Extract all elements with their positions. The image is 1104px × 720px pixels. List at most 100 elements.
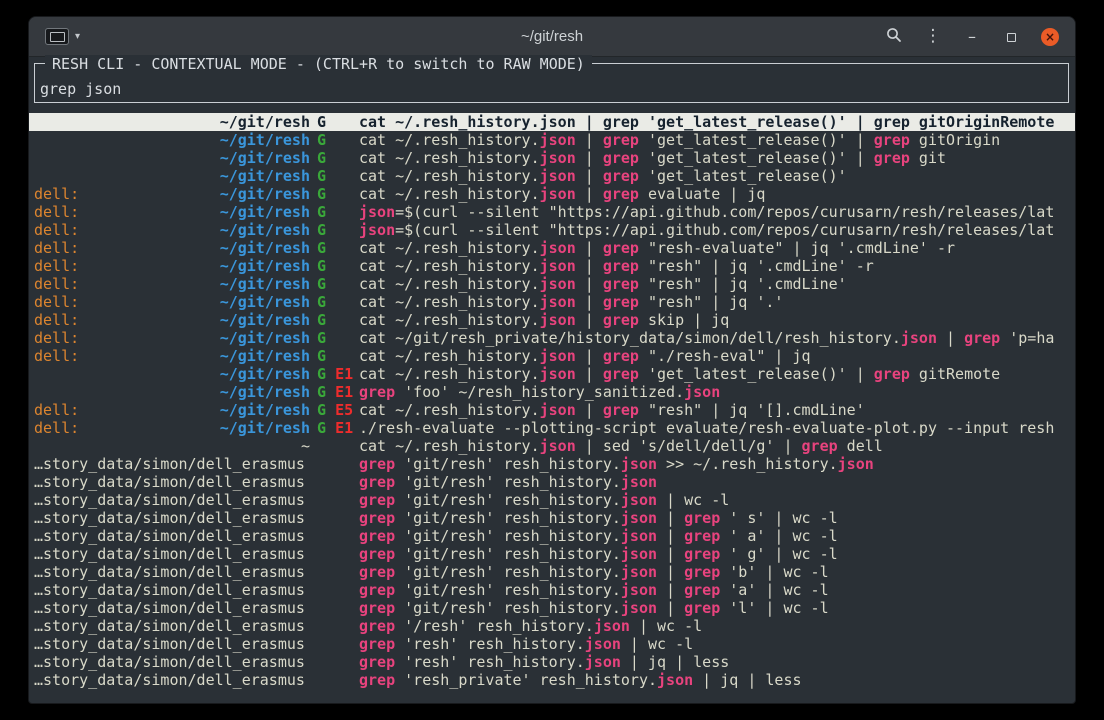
host-label: dell:: [34, 293, 79, 311]
terminal-icon: [45, 28, 69, 45]
query-match: json: [621, 473, 657, 491]
history-row[interactable]: dell:~/git/reshGcat ~/.resh_history.json…: [29, 239, 1075, 257]
query-match: json: [621, 545, 657, 563]
query-match: json: [540, 185, 576, 203]
query-match: json: [540, 149, 576, 167]
history-row[interactable]: dell:~/git/reshGjson=$(curl --silent "ht…: [29, 221, 1075, 239]
host-label: dell:: [34, 311, 79, 329]
row-context: dell:~/git/resh: [34, 239, 313, 257]
row-context: …story_data/simon/dell_erasmus: [34, 653, 313, 671]
history-row[interactable]: …story_data/simon/dell_erasmusgrep 'git/…: [29, 581, 1075, 599]
history-row[interactable]: dell:~/git/reshG E5cat ~/.resh_history.j…: [29, 401, 1075, 419]
directory-label: …story_data/simon/dell_erasmus: [34, 455, 305, 473]
query-match: json: [657, 671, 693, 689]
query-match: grep: [684, 545, 720, 563]
directory-label: ~/git/resh: [220, 203, 310, 221]
history-row[interactable]: ~/git/reshG E1cat ~/.resh_history.json |…: [29, 365, 1075, 383]
command-text: grep 'foo' ~/resh_history_sanitized.json: [359, 383, 1075, 401]
row-flags: [313, 437, 359, 455]
history-row[interactable]: ~/git/reshGcat ~/.resh_history.json | gr…: [29, 131, 1075, 149]
query-match: grep: [359, 581, 395, 599]
history-row[interactable]: ~cat ~/.resh_history.json | sed 's/dell/…: [29, 437, 1075, 455]
query-match: json: [540, 167, 576, 185]
row-flags: G E1: [313, 383, 359, 401]
query-match: json: [540, 131, 576, 149]
resh-mode-title: RESH CLI - CONTEXTUAL MODE - (CTRL+R to …: [45, 55, 592, 73]
host-label: dell:: [34, 203, 79, 221]
terminal-window: ▾ ~/git/resh ⋮ – × RESH CLI - CONTEXTUAL…: [28, 16, 1076, 704]
query-match: json: [540, 347, 576, 365]
query-match: json: [540, 365, 576, 383]
history-row[interactable]: …story_data/simon/dell_erasmusgrep 'git/…: [29, 563, 1075, 581]
new-terminal-button[interactable]: ▾: [41, 26, 84, 47]
history-row[interactable]: dell:~/git/reshGjson=$(curl --silent "ht…: [29, 203, 1075, 221]
history-row[interactable]: dell:~/git/reshGcat ~/.resh_history.json…: [29, 275, 1075, 293]
query-match: grep: [359, 671, 395, 689]
host-label: dell:: [34, 329, 79, 347]
history-row[interactable]: ~/git/reshGcat ~/.resh_history.json | gr…: [29, 113, 1075, 131]
history-row[interactable]: ~/git/reshG E1grep 'foo' ~/resh_history_…: [29, 383, 1075, 401]
history-row[interactable]: dell:~/git/reshGcat ~/.resh_history.json…: [29, 293, 1075, 311]
git-flag: G: [317, 419, 326, 437]
directory-label: ~/git/resh: [220, 293, 310, 311]
row-flags: [313, 473, 359, 491]
git-flag: G: [317, 329, 326, 347]
directory-label: …story_data/simon/dell_erasmus: [34, 527, 305, 545]
history-row[interactable]: dell:~/git/reshGcat ~/.resh_history.json…: [29, 311, 1075, 329]
menu-icon[interactable]: ⋮: [924, 28, 942, 45]
git-flag: G: [317, 131, 326, 149]
host-label: dell:: [34, 221, 79, 239]
history-row[interactable]: dell:~/git/reshGcat ~/git/resh_private/h…: [29, 329, 1075, 347]
row-context: dell:~/git/resh: [34, 329, 313, 347]
history-row[interactable]: …story_data/simon/dell_erasmusgrep 'git/…: [29, 491, 1075, 509]
row-context: ~/git/resh: [34, 149, 313, 167]
row-flags: G E1: [313, 419, 359, 437]
history-row[interactable]: …story_data/simon/dell_erasmusgrep 'resh…: [29, 635, 1075, 653]
row-context: …story_data/simon/dell_erasmus: [34, 527, 313, 545]
history-row[interactable]: dell:~/git/reshGcat ~/.resh_history.json…: [29, 257, 1075, 275]
terminal-content: RESH CLI - CONTEXTUAL MODE - (CTRL+R to …: [29, 57, 1075, 704]
directory-label: ~/git/resh: [220, 185, 310, 203]
git-flag: G: [317, 365, 326, 383]
history-row[interactable]: dell:~/git/reshGcat ~/.resh_history.json…: [29, 185, 1075, 203]
history-row[interactable]: …story_data/simon/dell_erasmusgrep 'git/…: [29, 527, 1075, 545]
directory-label: …story_data/simon/dell_erasmus: [34, 545, 305, 563]
git-flag: G: [317, 293, 326, 311]
search-query-input[interactable]: grep json: [35, 80, 121, 102]
history-row[interactable]: …story_data/simon/dell_erasmusgrep 'git/…: [29, 455, 1075, 473]
history-row[interactable]: …story_data/simon/dell_erasmusgrep 'git/…: [29, 509, 1075, 527]
history-row[interactable]: ~/git/reshGcat ~/.resh_history.json | gr…: [29, 149, 1075, 167]
history-row[interactable]: …story_data/simon/dell_erasmusgrep 'git/…: [29, 473, 1075, 491]
titlebar: ▾ ~/git/resh ⋮ – ×: [29, 17, 1075, 57]
history-row[interactable]: …story_data/simon/dell_erasmusgrep '/res…: [29, 617, 1075, 635]
git-flag: G: [317, 347, 326, 365]
history-row[interactable]: …story_data/simon/dell_erasmusgrep 'resh…: [29, 671, 1075, 689]
host-label: dell:: [34, 185, 79, 203]
history-row[interactable]: …story_data/simon/dell_erasmusgrep 'resh…: [29, 653, 1075, 671]
host-label: dell:: [34, 347, 79, 365]
close-button[interactable]: ×: [1041, 28, 1059, 46]
search-icon[interactable]: [885, 27, 903, 46]
command-text: cat ~/.resh_history.json | grep 'get_lat…: [359, 167, 1075, 185]
query-match: grep: [874, 149, 910, 167]
history-row[interactable]: ~/git/reshGcat ~/.resh_history.json | gr…: [29, 167, 1075, 185]
directory-label: ~/git/resh: [220, 113, 310, 131]
error-flag: E1: [335, 383, 353, 401]
command-text: grep 'git/resh' resh_history.json | grep…: [359, 545, 1075, 563]
minimize-button[interactable]: –: [963, 29, 981, 45]
history-row[interactable]: …story_data/simon/dell_erasmus grep 'git/…: [29, 545, 1075, 563]
query-match: json: [594, 617, 630, 635]
history-row[interactable]: dell:~/git/reshGcat ~/.resh_history.json…: [29, 347, 1075, 365]
restore-button[interactable]: [1002, 29, 1020, 45]
row-context: …story_data/simon/dell_erasmus: [34, 491, 313, 509]
query-match: grep: [684, 581, 720, 599]
row-context: dell:~/git/resh: [34, 401, 313, 419]
row-context: ~/git/resh: [34, 365, 313, 383]
command-text: grep 'git/resh' resh_history.json | grep…: [359, 581, 1075, 599]
query-match: grep: [359, 617, 395, 635]
git-flag: G: [317, 185, 326, 203]
directory-label: ~/git/resh: [220, 167, 310, 185]
history-row[interactable]: dell:~/git/reshG E1./resh-evaluate --plo…: [29, 419, 1075, 437]
history-row[interactable]: …story_data/simon/dell_erasmusgrep 'git/…: [29, 599, 1075, 617]
command-text: grep 'git/resh' resh_history.json | grep…: [359, 563, 1075, 581]
